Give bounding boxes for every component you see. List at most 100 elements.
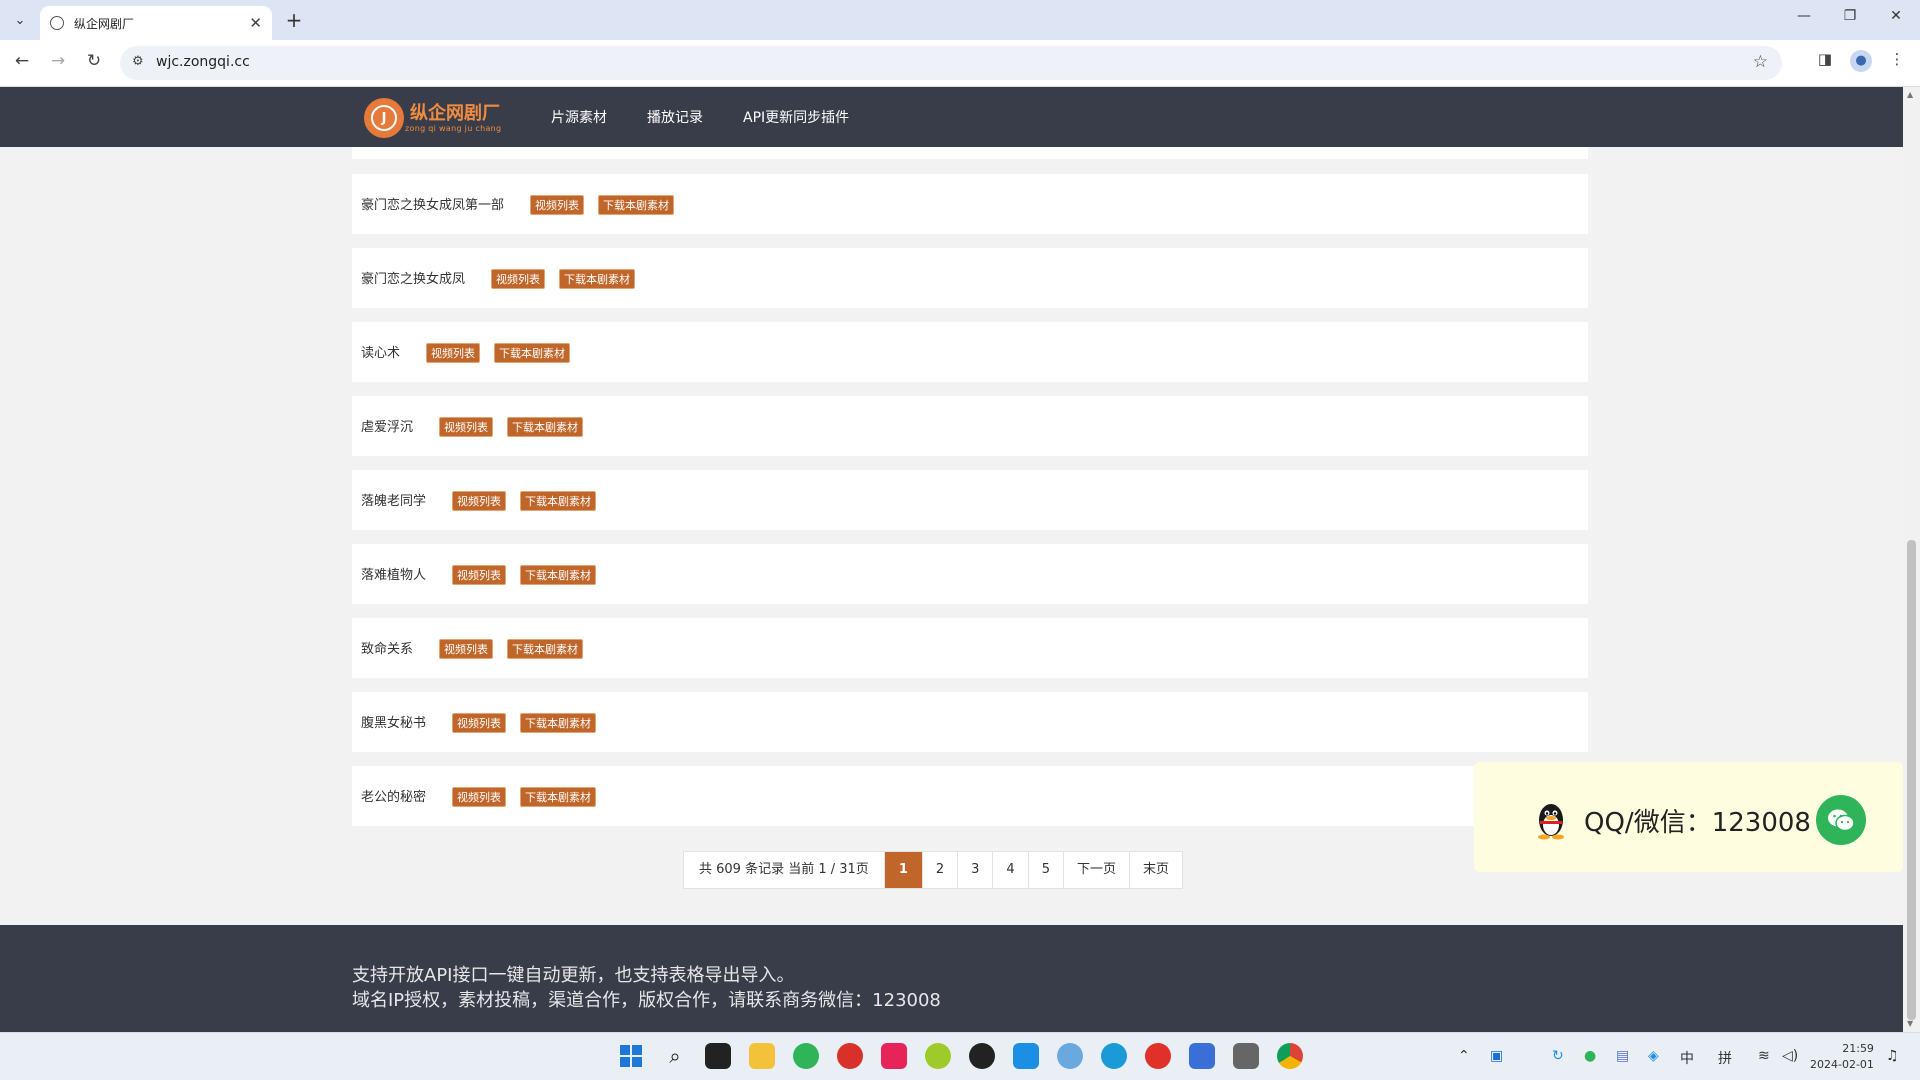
browser-menu-icon[interactable]: ⋮ (1886, 50, 1908, 72)
drama-title: 落魄老同学 (361, 494, 427, 509)
drama-title: 读心术 (361, 346, 401, 361)
tray-expand-icon[interactable]: ⌃ (1458, 1048, 1470, 1064)
wifi-icon[interactable]: ≋ (1758, 1048, 1770, 1064)
chrome-icon[interactable] (1277, 1043, 1303, 1069)
video-list-button[interactable]: 视频列表 (452, 713, 506, 733)
address-bar[interactable]: ⚙ wjc.zongqi.cc ☆ (120, 46, 1782, 80)
nav-link-api-plugin[interactable]: API更新同步插件 (743, 107, 849, 127)
tab-title: 纵企网剧厂 (74, 16, 135, 31)
wechat-app-icon[interactable] (793, 1043, 819, 1069)
forward-arrow-icon[interactable]: → (46, 51, 70, 71)
page-4-button[interactable]: 4 (993, 852, 1029, 888)
download-material-button[interactable]: 下载本剧素材 (507, 417, 583, 437)
tray-app-icon[interactable]: ▣ (1490, 1048, 1503, 1064)
tray-wechat-icon[interactable]: ● (1584, 1048, 1596, 1064)
tray-input-lang[interactable]: 中 (1680, 1048, 1694, 1068)
logo-subtitle: zong qi wang ju chang (405, 124, 502, 133)
back-arrow-icon[interactable]: ← (10, 51, 34, 71)
app-blue-icon[interactable] (1013, 1043, 1039, 1069)
page-scrollbar[interactable]: ▲ ▼ (1903, 87, 1920, 1032)
notepad-icon[interactable] (1189, 1043, 1215, 1069)
app-green-icon[interactable] (925, 1043, 951, 1069)
site-footer: 支持开放API接口一键自动更新，也支持表格导出导入。 域名IP授权，素材投稿，渠… (0, 925, 1903, 1032)
app-pink-icon[interactable] (881, 1043, 907, 1069)
app-red-icon[interactable] (1145, 1043, 1171, 1069)
clock-date: 2024-02-01 (1810, 1058, 1874, 1071)
app-red-round-icon[interactable] (837, 1043, 863, 1069)
last-page-button[interactable]: 末页 (1130, 852, 1182, 888)
search-icon[interactable]: ⌕ (662, 1043, 688, 1069)
video-list-button[interactable]: 视频列表 (439, 417, 493, 437)
tray-shield-icon[interactable]: ◈ (1648, 1048, 1659, 1064)
list-item: 腹黑女秘书 视频列表 下载本剧素材 (352, 692, 1588, 752)
logo-title[interactable]: 纵企网剧厂 (410, 99, 500, 125)
video-list-button[interactable]: 视频列表 (530, 195, 584, 215)
app-network-icon[interactable] (1057, 1043, 1083, 1069)
download-material-button[interactable]: 下载本剧素材 (494, 343, 570, 363)
file-explorer-icon[interactable] (749, 1043, 775, 1069)
video-list-button[interactable]: 视频列表 (439, 639, 493, 659)
edge-browser-icon[interactable] (1101, 1043, 1127, 1069)
scroll-up-arrow-icon[interactable]: ▲ (1907, 90, 1913, 99)
drama-title: 腹黑女秘书 (361, 716, 427, 731)
contact-text: QQ/微信：123008 (1584, 808, 1811, 838)
download-material-button[interactable]: 下载本剧素材 (520, 713, 596, 733)
web-page: J 纵企网剧厂 zong qi wang ju chang 片源素材 播放记录 … (0, 87, 1903, 1032)
qq-app-icon[interactable] (969, 1043, 995, 1069)
profile-avatar-icon[interactable]: ● (1850, 50, 1872, 72)
logo-icon[interactable]: J (364, 98, 404, 138)
video-list-button[interactable]: 视频列表 (491, 269, 545, 289)
footer-line-1: 支持开放API接口一键自动更新，也支持表格导出导入。 (352, 965, 795, 986)
site-info-icon[interactable]: ⚙ (132, 54, 144, 69)
globe-icon (50, 16, 64, 30)
tray-sync-icon[interactable]: ↻ (1552, 1048, 1564, 1064)
scroll-down-arrow-icon[interactable]: ▼ (1907, 1019, 1913, 1028)
tray-ime-icon[interactable]: ▤ (1616, 1048, 1629, 1064)
browser-tab[interactable]: 纵企网剧厂 ✕ (40, 6, 272, 40)
windows-start-icon[interactable] (618, 1043, 644, 1069)
next-page-button[interactable]: 下一页 (1064, 852, 1130, 888)
close-tab-icon[interactable]: ✕ (249, 14, 262, 32)
page-1-button[interactable]: 1 (884, 852, 923, 888)
taskbar-clock[interactable]: 21:59 2024-02-01 (1810, 1041, 1874, 1073)
download-material-button[interactable]: 下载本剧素材 (559, 269, 635, 289)
tray-input-mode[interactable]: 拼 (1718, 1048, 1732, 1068)
download-material-button[interactable]: 下载本剧素材 (520, 565, 596, 585)
restore-icon[interactable]: ❐ (1838, 8, 1862, 24)
new-tab-button[interactable]: + (282, 8, 306, 32)
page-2-button[interactable]: 2 (923, 852, 959, 888)
notification-bell-icon[interactable]: ♫ (1886, 1048, 1899, 1064)
video-list-button[interactable]: 视频列表 (426, 343, 480, 363)
nav-link-sources[interactable]: 片源素材 (551, 107, 607, 127)
download-material-button[interactable]: 下载本剧素材 (507, 639, 583, 659)
list-item: 致命关系 视频列表 下载本剧素材 (352, 618, 1588, 678)
download-material-button[interactable]: 下载本剧素材 (598, 195, 674, 215)
list-item-partial (352, 147, 1588, 159)
reload-icon[interactable]: ↻ (82, 51, 106, 71)
tab-search-icon[interactable]: ⌄ (8, 8, 32, 32)
minimize-icon[interactable]: — (1792, 8, 1816, 24)
page-5-button[interactable]: 5 (1029, 852, 1064, 888)
video-list-button[interactable]: 视频列表 (452, 787, 506, 807)
nav-link-history[interactable]: 播放记录 (647, 107, 703, 127)
scrollbar-thumb[interactable] (1907, 540, 1916, 1020)
drama-title: 致命关系 (361, 642, 414, 657)
video-list-button[interactable]: 视频列表 (452, 491, 506, 511)
drama-title: 老公的秘密 (361, 790, 427, 805)
url-text[interactable]: wjc.zongqi.cc (156, 54, 250, 70)
video-list-button[interactable]: 视频列表 (452, 565, 506, 585)
calculator-icon[interactable] (1233, 1043, 1259, 1069)
wechat-icon[interactable] (1816, 795, 1866, 845)
page-3-button[interactable]: 3 (958, 852, 994, 888)
download-material-button[interactable]: 下载本剧素材 (520, 491, 596, 511)
bookmark-star-icon[interactable]: ☆ (1753, 52, 1768, 72)
side-panel-icon[interactable]: ◨ (1814, 50, 1836, 72)
browser-toolbar: ← → ↻ ⚙ wjc.zongqi.cc ☆ ◨ ● ⋮ (0, 40, 1920, 87)
windows-taskbar: ⌕ ⌃ ▣ ↻ ● ▤ ◈ 中 拼 ≋ ◁) 21:59 2024-02-01 … (0, 1032, 1920, 1080)
task-view-icon[interactable] (705, 1043, 731, 1069)
volume-icon[interactable]: ◁) (1782, 1048, 1798, 1064)
window-close-icon[interactable]: ✕ (1884, 8, 1908, 24)
drama-title: 豪门恋之换女成凤 (361, 272, 466, 287)
drama-title: 豪门恋之换女成凤第一部 (361, 198, 505, 213)
download-material-button[interactable]: 下载本剧素材 (520, 787, 596, 807)
